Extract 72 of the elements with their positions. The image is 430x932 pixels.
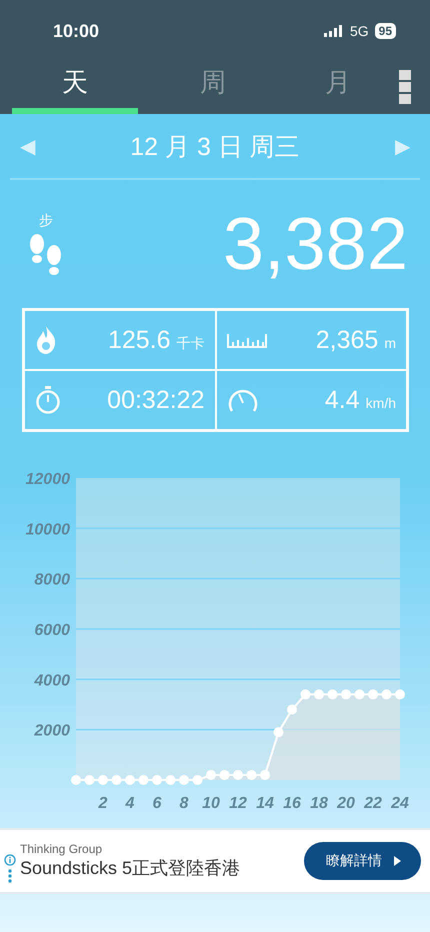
x-tick-label: 10 xyxy=(202,795,220,812)
steps-label: 步 xyxy=(39,212,53,230)
data-point xyxy=(341,689,351,700)
x-tick-label: 18 xyxy=(310,795,328,812)
more-icon[interactable] xyxy=(399,70,411,104)
period-tab[interactable]: 月 xyxy=(288,62,388,114)
x-tick-label: 14 xyxy=(256,795,274,812)
learn-more-button[interactable]: 瞭解詳情 xyxy=(304,842,421,880)
data-point xyxy=(206,770,216,780)
ad-headline[interactable]: Soundsticks 5正式登陸香港 xyxy=(20,856,304,880)
date-title: 12 月 3 日 周三 xyxy=(130,132,300,162)
data-point xyxy=(166,775,176,785)
next-day-button[interactable]: ▶ xyxy=(395,134,410,158)
stat-unit: m xyxy=(384,334,396,350)
data-point xyxy=(287,704,297,715)
data-point xyxy=(179,775,189,785)
x-tick-label: 24 xyxy=(391,795,409,812)
data-point xyxy=(192,775,202,785)
stat-value: 125.6 xyxy=(108,326,170,354)
data-point xyxy=(354,689,364,700)
data-point xyxy=(260,770,270,780)
data-point xyxy=(300,689,310,700)
data-point xyxy=(112,775,122,785)
status-time: 10:00 xyxy=(53,20,100,42)
data-point xyxy=(152,775,162,785)
data-point xyxy=(328,689,338,700)
x-tick-label: 8 xyxy=(180,795,188,812)
data-point xyxy=(71,775,81,785)
speedometer-icon xyxy=(226,387,258,413)
y-tick-label: 4000 xyxy=(34,672,70,690)
x-tick-label: 16 xyxy=(283,795,301,812)
data-point xyxy=(98,775,108,785)
flame-icon xyxy=(35,326,57,354)
data-point xyxy=(125,775,135,785)
step-count: 3,382 xyxy=(222,200,408,286)
x-tick-label: 22 xyxy=(364,795,382,812)
signal-icon xyxy=(324,25,344,37)
x-tick-label: 12 xyxy=(229,795,247,812)
data-point xyxy=(220,770,230,780)
data-point xyxy=(246,770,256,780)
stat-unit: km/h xyxy=(366,394,396,410)
previous-day-button[interactable]: ◀ xyxy=(20,134,35,158)
stat-value: 4.4 xyxy=(324,386,360,414)
more-options-icon[interactable] xyxy=(8,868,12,882)
data-point xyxy=(382,689,392,700)
stat-unit: 千卡 xyxy=(176,334,204,352)
battery-level: 95 xyxy=(374,23,396,39)
stopwatch-icon xyxy=(35,386,61,414)
stat-value: 2,365 xyxy=(316,326,378,354)
x-tick-label: 6 xyxy=(152,795,162,812)
y-tick-label: 6000 xyxy=(34,622,70,639)
data-point xyxy=(233,770,243,780)
data-point xyxy=(274,727,284,738)
y-tick-label: 12000 xyxy=(26,471,70,488)
y-tick-label: 2000 xyxy=(34,722,70,740)
caret-icon xyxy=(394,856,401,866)
data-point xyxy=(314,689,324,700)
data-point xyxy=(368,689,378,700)
y-tick-label: 10000 xyxy=(26,521,70,538)
ruler-icon xyxy=(226,332,266,348)
y-tick-label: 8000 xyxy=(34,572,70,589)
data-point xyxy=(84,775,94,785)
period-tab[interactable]: 周 xyxy=(138,62,288,114)
ad-sponsor: Thinking Group xyxy=(20,842,104,856)
network-label: 5G xyxy=(350,23,369,39)
x-tick-label: 20 xyxy=(337,795,355,812)
x-tick-label: 4 xyxy=(126,795,134,812)
info-icon[interactable] xyxy=(4,854,16,866)
data-point xyxy=(138,775,148,785)
x-tick-label: 2 xyxy=(98,795,108,812)
data-point xyxy=(395,689,405,700)
stat-value: 00:32:22 xyxy=(107,386,204,414)
